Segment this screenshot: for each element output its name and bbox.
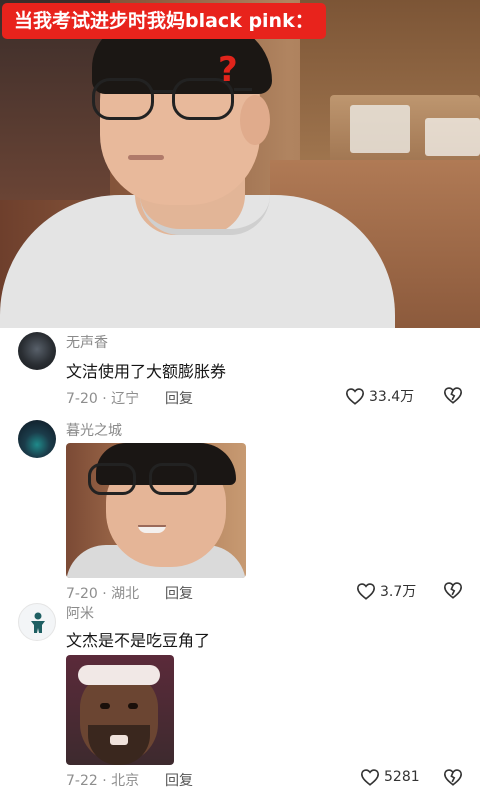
like-count: 33.4万	[369, 389, 415, 405]
comment-image[interactable]	[66, 655, 174, 765]
background-object	[350, 105, 410, 153]
like-count: 5281	[384, 769, 420, 785]
dislike-button[interactable]	[443, 386, 463, 408]
dislike-button[interactable]	[443, 581, 463, 603]
avatar[interactable]	[18, 603, 56, 641]
heart-icon	[356, 583, 376, 600]
comment-username[interactable]: 阿米	[66, 603, 94, 623]
comment-text: 文杰是不是吃豆角了	[66, 631, 211, 650]
like-button[interactable]: 33.4万	[345, 386, 414, 406]
figure-icon	[31, 612, 45, 633]
broken-heart-icon	[443, 769, 463, 786]
comment-username[interactable]: 无声香	[66, 332, 108, 352]
reply-button[interactable]: 回复	[165, 388, 193, 408]
comment-image[interactable]	[66, 443, 246, 578]
comment-date-location: 7-20 · 湖北	[66, 586, 140, 602]
comment-date-location: 7-22 · 北京	[66, 773, 140, 789]
video-caption: 当我考试进步时我妈black pink：	[2, 3, 326, 39]
avatar[interactable]	[18, 420, 56, 458]
reply-button[interactable]: 回复	[165, 583, 193, 603]
video-frame[interactable]: ? 当我考试进步时我妈black pink：	[0, 0, 480, 328]
background-object	[425, 118, 480, 156]
person-mouth	[128, 155, 164, 160]
dislike-button[interactable]	[443, 768, 463, 789]
heart-icon	[360, 769, 380, 786]
comment-date-location: 7-20 · 辽宁	[66, 391, 140, 407]
avatar[interactable]	[18, 332, 56, 370]
question-mark-overlay: ?	[218, 50, 238, 90]
comment-username[interactable]: 暮光之城	[66, 420, 122, 440]
heart-icon	[345, 388, 365, 405]
broken-heart-icon	[443, 387, 463, 404]
broken-heart-icon	[443, 582, 463, 599]
like-button[interactable]: 5281	[360, 768, 420, 786]
reply-button[interactable]: 回复	[165, 770, 193, 789]
like-button[interactable]: 3.7万	[356, 581, 416, 601]
comment-text: 文洁使用了大额膨胀券	[66, 362, 227, 381]
like-count: 3.7万	[380, 584, 417, 600]
